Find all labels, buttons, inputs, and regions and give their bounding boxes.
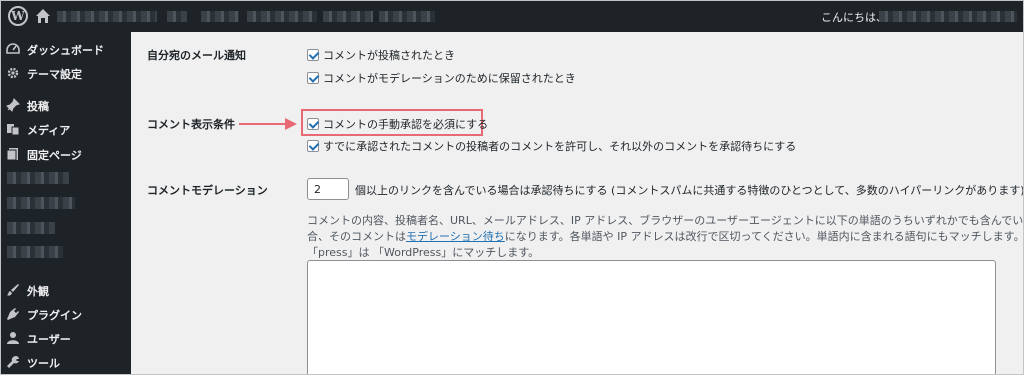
wrench-icon — [7, 356, 19, 368]
site-name-redacted[interactable] — [57, 11, 157, 22]
link-count-input[interactable]: 2 — [307, 178, 349, 200]
checkbox-previously-approved[interactable]: すでに承認されたコメントの投稿者のコメントを許可し、それ以外のコメントを承認待ち… — [307, 138, 796, 154]
sidebar-item-tools[interactable]: ツール — [1, 350, 131, 374]
sidebar-item-media[interactable]: メディア — [1, 117, 131, 141]
admin-sidebar: ダッシュボード テーマ設定 投稿 メディア 固定ページ 外観 プラグイン ユーザ… — [1, 32, 131, 374]
checkbox-comment-held[interactable]: コメントがモデレーションのために保留されたとき — [307, 70, 576, 86]
checkbox-comment-posted[interactable]: コメントが投稿されたとき — [307, 47, 455, 63]
user-icon — [7, 332, 19, 344]
sidebar-item-redacted[interactable] — [7, 197, 75, 209]
page-icon — [6, 148, 18, 161]
home-icon[interactable] — [35, 8, 51, 24]
checkbox[interactable] — [307, 49, 319, 61]
sidebar-item-pages[interactable]: 固定ページ — [1, 142, 131, 166]
sidebar-item-label: 投稿 — [27, 100, 49, 113]
comment-moderation-label: コメントモデレーション — [147, 184, 268, 197]
sidebar-item-label: テーマ設定 — [27, 68, 82, 81]
dashboard-icon — [6, 43, 20, 54]
sidebar-item-dashboard[interactable]: ダッシュボード — [1, 37, 131, 61]
moderation-description-line: 「press」は 「WordPress」にマッチします。 — [307, 246, 540, 259]
screenshot-frame: W こんにちは、 ダッシュボード テーマ設定 投稿 メディア 固定ページ 外観 … — [0, 0, 1024, 375]
plug-icon — [7, 308, 19, 320]
annotation-arrow-icon — [239, 118, 297, 130]
checkbox[interactable] — [307, 72, 319, 84]
moderation-description-line: コメントの内容、投稿者名、URL、メールアドレス、IP アドレス、ブラウザーのユ… — [307, 214, 1024, 227]
email-notification-label: 自分宛のメール通知 — [147, 49, 246, 62]
brush-icon — [7, 284, 19, 296]
toolbar-item-redacted[interactable] — [247, 11, 317, 22]
media-icon — [7, 124, 20, 136]
toolbar-item-redacted[interactable] — [167, 11, 187, 22]
link-count-description: 個以上のリンクを含んでいる場合は承認待ちにする (コメントスパムに共通する特徴の… — [355, 184, 1024, 197]
sidebar-item-theme-settings[interactable]: テーマ設定 — [1, 61, 131, 85]
sidebar-item-label: メディア — [27, 124, 71, 137]
toolbar-item-redacted[interactable] — [201, 11, 239, 22]
sidebar-item-label: 外観 — [27, 285, 49, 298]
toolbar-item-redacted[interactable] — [323, 11, 373, 22]
sidebar-item-label: ツール — [27, 357, 60, 370]
gear-icon — [7, 67, 19, 79]
settings-content: 自分宛のメール通知 コメントが投稿されたとき コメントがモデレーションのために保… — [131, 32, 1024, 374]
sidebar-item-label: ユーザー — [27, 333, 71, 346]
comment-display-label: コメント表示条件 — [147, 118, 235, 131]
moderation-keys-textarea[interactable] — [307, 260, 996, 374]
username-redacted[interactable] — [879, 11, 1017, 22]
moderation-queue-link[interactable]: モデレーション待ち — [406, 230, 505, 243]
sidebar-item-users[interactable]: ユーザー — [1, 326, 131, 350]
checkbox[interactable] — [307, 140, 319, 152]
sidebar-item-redacted[interactable] — [7, 246, 63, 258]
greeting-text[interactable]: こんにちは、 — [821, 9, 887, 25]
sidebar-item-label: 固定ページ — [27, 149, 82, 162]
checkbox-manual-approval[interactable]: コメントの手動承認を必須にする — [307, 116, 488, 132]
wordpress-logo-icon[interactable]: W — [8, 6, 28, 26]
sidebar-item-appearance[interactable]: 外観 — [1, 278, 131, 302]
moderation-description-line: 合、そのコメントはモデレーション待ちになります。各単語や IP アドレスは改行で… — [307, 230, 1024, 243]
admin-bar: W こんにちは、 — [1, 1, 1023, 32]
toolbar-item-redacted[interactable] — [379, 11, 435, 22]
sidebar-item-label: ダッシュボード — [27, 44, 104, 57]
sidebar-item-posts[interactable]: 投稿 — [1, 93, 131, 117]
sidebar-item-redacted[interactable] — [7, 172, 69, 184]
sidebar-item-redacted[interactable] — [7, 222, 55, 234]
sidebar-item-label: プラグイン — [27, 309, 82, 322]
sidebar-item-plugins[interactable]: プラグイン — [1, 302, 131, 326]
pin-icon — [6, 98, 20, 112]
checkbox[interactable] — [307, 118, 319, 130]
